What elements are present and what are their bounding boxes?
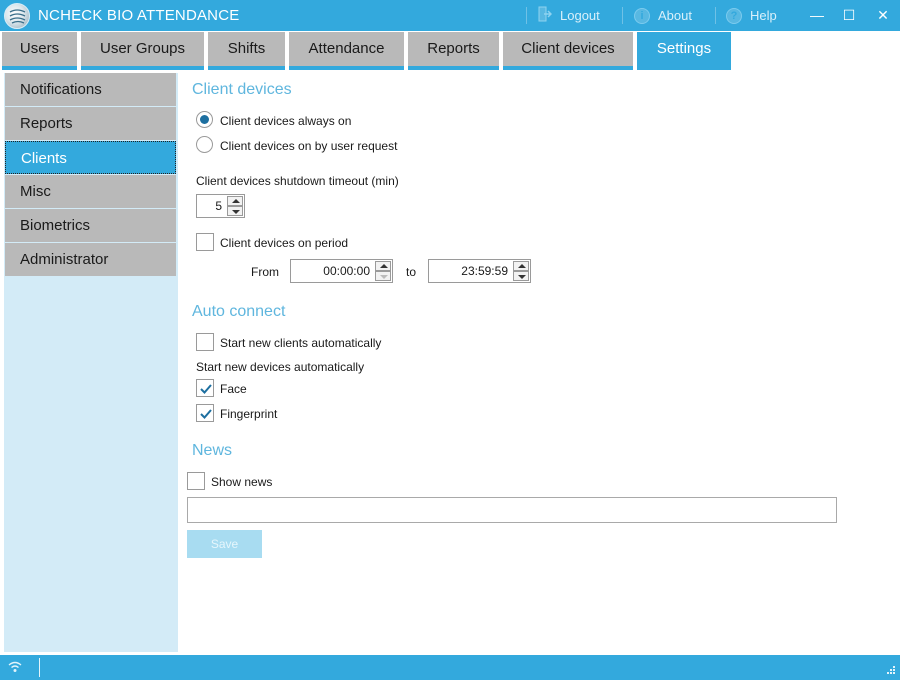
tab-users[interactable]: Users (2, 32, 77, 70)
tab-client-devices[interactable]: Client devices (503, 32, 633, 70)
sidebar-item-reports[interactable]: Reports (5, 107, 176, 140)
start-clients-checkbox[interactable] (196, 333, 214, 351)
on-request-label: Client devices on by user request (220, 139, 398, 153)
start-clients-label: Start new clients automatically (220, 336, 382, 350)
sidebar-item-administrator[interactable]: Administrator (5, 243, 176, 276)
sidebar-item-notifications[interactable]: Notifications (5, 73, 176, 106)
app-title: NCHECK BIO ATTENDANCE (38, 7, 240, 24)
resize-grip-icon[interactable] (884, 665, 896, 680)
to-time-stepper[interactable]: 23:59:59 (428, 259, 531, 283)
save-button[interactable]: Save (187, 530, 262, 558)
to-time-up-arrow-icon[interactable] (513, 261, 529, 271)
shutdown-timeout-stepper[interactable]: 5 (196, 194, 245, 218)
fingerprint-label: Fingerprint (220, 407, 278, 421)
client-devices-section-title: Client devices (192, 81, 292, 98)
show-news-checkbox[interactable] (187, 472, 205, 490)
tab-attendance[interactable]: Attendance (289, 32, 404, 70)
checkmark-icon (200, 384, 212, 394)
settings-sidebar: Notifications Reports Clients Misc Biome… (4, 73, 178, 652)
to-time-value: 23:59:59 (461, 264, 508, 278)
from-time-stepper[interactable]: 00:00:00 (290, 259, 393, 283)
close-button[interactable]: ✕ (872, 5, 894, 25)
news-section-title: News (192, 442, 233, 459)
minimize-button[interactable]: — (806, 5, 828, 25)
fingerprint-checkbox[interactable] (196, 404, 214, 422)
always-on-label: Client devices always on (220, 114, 352, 128)
logout-icon (538, 6, 553, 25)
tab-reports[interactable]: Reports (408, 32, 499, 70)
tab-shifts[interactable]: Shifts (208, 32, 285, 70)
about-button[interactable]: i About (634, 0, 692, 31)
titlebar-separator (715, 7, 716, 24)
title-bar: NCHECK BIO ATTENDANCE Logout i About ? H… (0, 0, 900, 31)
on-period-label: Client devices on period (220, 236, 349, 250)
shutdown-timeout-up-arrow-icon[interactable] (227, 196, 243, 206)
tab-settings[interactable]: Settings (637, 32, 731, 70)
titlebar-separator (526, 7, 527, 24)
help-label: Help (750, 8, 777, 23)
to-label: to (406, 265, 417, 279)
from-label: From (251, 265, 279, 279)
shutdown-timeout-down-arrow-icon[interactable] (227, 206, 243, 216)
shutdown-timeout-label: Client devices shutdown timeout (min) (196, 174, 399, 188)
sidebar-item-clients[interactable]: Clients (5, 141, 176, 174)
from-time-down-arrow-icon[interactable] (375, 271, 391, 281)
main-tabs: Users User Groups Shifts Attendance Repo… (0, 31, 900, 70)
from-time-value: 00:00:00 (323, 264, 370, 278)
help-button[interactable]: ? Help (726, 0, 777, 31)
to-time-down-arrow-icon[interactable] (513, 271, 529, 281)
from-time-up-arrow-icon[interactable] (375, 261, 391, 271)
app-logo-icon (4, 3, 30, 29)
start-devices-label: Start new devices automatically (196, 360, 365, 374)
status-separator (39, 658, 40, 677)
shutdown-timeout-value: 5 (215, 199, 222, 213)
logout-label: Logout (560, 8, 600, 23)
show-news-label: Show news (211, 475, 273, 489)
maximize-button[interactable]: ☐ (838, 5, 860, 25)
wifi-icon (8, 660, 22, 677)
sidebar-item-biometrics[interactable]: Biometrics (5, 209, 176, 242)
auto-connect-section-title: Auto connect (192, 303, 286, 320)
on-period-checkbox[interactable] (196, 233, 214, 251)
face-checkbox[interactable] (196, 379, 214, 397)
titlebar-separator (622, 7, 623, 24)
logout-button[interactable]: Logout (538, 0, 600, 31)
help-icon: ? (726, 7, 742, 24)
about-label: About (658, 8, 692, 23)
news-input[interactable] (187, 497, 837, 523)
face-label: Face (220, 382, 247, 396)
on-request-radio[interactable] (196, 136, 213, 153)
status-bar (0, 655, 900, 680)
tab-user-groups[interactable]: User Groups (81, 32, 204, 70)
about-icon: i (634, 7, 650, 24)
always-on-radio[interactable] (196, 111, 213, 128)
checkmark-icon (200, 409, 212, 419)
sidebar-item-misc[interactable]: Misc (5, 175, 176, 208)
